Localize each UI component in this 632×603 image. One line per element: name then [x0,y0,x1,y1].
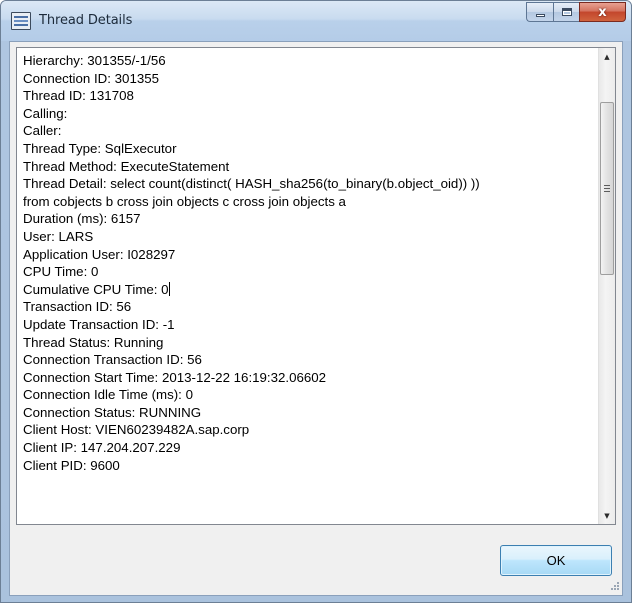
scroll-thumb[interactable] [600,102,614,275]
maximize-icon [561,8,572,16]
minimize-icon [535,13,545,17]
window-title: Thread Details [39,13,133,28]
detail-line: Application User: I028297 [23,246,176,262]
title-bar[interactable]: Thread Details x [1,1,631,41]
detail-line: Connection Status: RUNNING [23,404,202,420]
close-icon: x [598,4,607,20]
detail-line: Transaction ID: 56 [23,299,132,315]
detail-line: Hierarchy: 301355/-1/56 [23,53,166,68]
scroll-up-arrow-icon[interactable]: ▲ [599,48,615,65]
detail-line: Calling: [23,105,68,121]
ok-button[interactable]: OK [500,545,612,576]
detail-line: Thread Method: ExecuteStatement [23,158,230,174]
detail-line: Cumulative CPU Time: 0 [23,281,170,297]
close-button[interactable]: x [579,2,626,22]
detail-line: Connection Transaction ID: 56 [23,352,202,368]
vertical-scrollbar[interactable]: ▲ ▼ [598,48,615,524]
scroll-grip-icon [604,185,610,192]
detail-line: Client PID: 9600 [23,457,120,473]
detail-line: User: LARS [23,228,94,244]
detail-line: Client IP: 147.204.207.229 [23,440,181,456]
resize-grip-icon[interactable] [608,581,620,593]
maximize-button[interactable] [553,2,579,22]
thread-details-window: Thread Details x Hierarchy: 301355/-1/56… [0,0,632,603]
detail-line: Client Host: VIEN60239482A.sap.corp [23,422,250,438]
window-icon[interactable] [11,12,31,30]
dialog-body: Hierarchy: 301355/-1/56 Connection ID: 30… [9,41,623,596]
detail-line: Duration (ms): 6157 [23,211,141,227]
detail-line: Thread Status: Running [23,334,164,350]
detail-line: Connection Start Time: 2013-12-22 16:19:… [23,369,327,385]
detail-line: CPU Time: 0 [23,264,99,280]
detail-line: Connection Idle Time (ms): 0 [23,387,193,403]
text-caret [168,281,170,296]
detail-line: Update Transaction ID: -1 [23,316,175,332]
detail-line: Connection ID: 301355 [23,70,160,86]
detail-line: Thread ID: 131708 [23,88,134,104]
thread-details-textbox[interactable]: Hierarchy: 301355/-1/56 Connection ID: 30… [16,47,616,525]
detail-line: Caller: [23,123,62,139]
minimize-button[interactable] [526,2,553,22]
thread-details-text[interactable]: Hierarchy: 301355/-1/56 Connection ID: 30… [23,52,595,474]
scroll-down-arrow-icon[interactable]: ▼ [599,507,615,524]
detail-line: Thread Detail: select count(distinct( HA… [23,176,480,192]
caption-buttons: x [526,2,626,22]
detail-line: from cobjects b cross join objects c cro… [23,193,346,209]
detail-line: Thread Type: SqlExecutor [23,140,177,156]
